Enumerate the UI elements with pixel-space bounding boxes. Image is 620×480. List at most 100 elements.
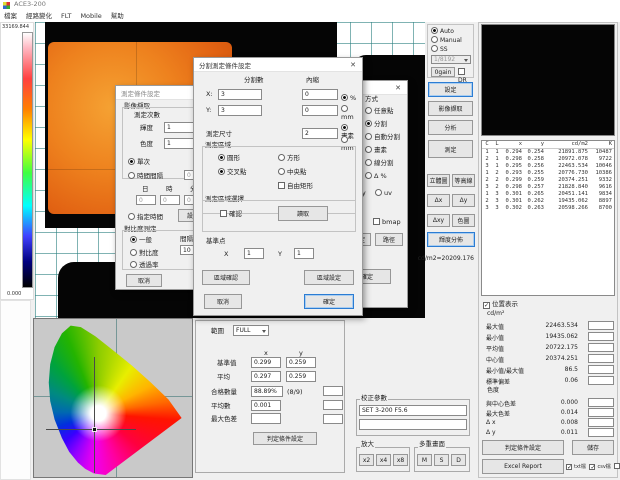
radio-normal[interactable]	[130, 236, 137, 243]
center-radio-row[interactable]: 中央點	[278, 168, 307, 176]
zoom-x4-button[interactable]: x4	[376, 454, 391, 466]
exposure-auto[interactable]: Auto	[431, 27, 454, 36]
excel-report-button[interactable]: Excel Report	[482, 459, 564, 474]
measure-button[interactable]: 測定	[428, 140, 473, 158]
base-y-field[interactable]: 1	[294, 248, 314, 259]
reference-x-field[interactable]: 0.299	[251, 357, 281, 368]
exposure-ss[interactable]: SS	[431, 45, 448, 54]
stereo-button[interactable]: 立體圖	[427, 174, 450, 187]
radio-linesplit[interactable]	[365, 159, 372, 166]
radio-delta-pct[interactable]	[365, 172, 372, 179]
radio-pixel-size[interactable]	[341, 124, 348, 131]
gain-button[interactable]: 0gain	[431, 67, 455, 77]
bmap-checkbox[interactable]: bmap	[373, 218, 401, 226]
delta-y-button[interactable]: Δy	[452, 194, 475, 207]
confirm-check[interactable]	[220, 210, 227, 217]
calibration-value2-field[interactable]	[359, 419, 467, 430]
circle-radio-row[interactable]: 圓形	[218, 154, 240, 162]
x-split-field[interactable]: 3	[218, 89, 262, 100]
radio-center[interactable]	[278, 168, 285, 175]
exposure-manual[interactable]: Manual	[431, 36, 462, 45]
cross-radio-row[interactable]: 交叉點	[218, 168, 247, 176]
menu-mobile[interactable]: Mobile	[80, 13, 101, 20]
capture-thumbnail[interactable]	[481, 24, 615, 136]
table-row[interactable]: 310.2950.25622463.53410046	[482, 163, 614, 170]
table-row[interactable]: 330.3020.26320598.2668700	[482, 205, 614, 212]
coord-uv[interactable]: uv	[375, 189, 392, 197]
zoom-x2-button[interactable]: x2	[359, 454, 374, 466]
contrast-radio-row[interactable]: 對比度	[130, 249, 159, 257]
method-arbitrary[interactable]: 任意點	[365, 107, 394, 115]
split-ok-button[interactable]: 確定	[304, 294, 354, 309]
mm-radio-row[interactable]: mm	[341, 105, 362, 121]
trans-radio-row[interactable]: 透過率	[130, 261, 159, 269]
bmap-check[interactable]	[373, 218, 380, 225]
zoom-x8-button[interactable]: x8	[393, 454, 408, 466]
save-button[interactable]: 儲存	[572, 440, 614, 455]
method-delta-pct[interactable]: Δ %	[365, 172, 387, 180]
table-row[interactable]: 230.3010.26219435.0628897	[482, 198, 614, 205]
freerect-checkbox-row[interactable]: 自由矩形	[278, 182, 313, 190]
menu-path-change[interactable]: 經路變化	[26, 13, 52, 20]
radio-ss[interactable]	[431, 45, 438, 52]
capture-button[interactable]: 影像擷取	[428, 101, 473, 116]
range-select[interactable]: FULL	[233, 325, 269, 336]
radio-manual[interactable]	[431, 36, 438, 43]
dr-check[interactable]	[458, 68, 465, 75]
average-x-field[interactable]: 0.297	[251, 371, 281, 382]
position-display-checkbox[interactable]: 位置表示	[483, 300, 518, 309]
square-radio-row[interactable]: 方形	[278, 154, 300, 162]
freerect-check[interactable]	[278, 182, 285, 189]
hour-field[interactable]: 0	[160, 195, 180, 205]
contour-button[interactable]: 等高線	[452, 174, 475, 187]
radio-square[interactable]	[278, 154, 285, 161]
radio-split[interactable]	[365, 120, 372, 127]
bg-path-button[interactable]: 路徑	[375, 233, 403, 246]
position-display-check[interactable]	[483, 302, 490, 309]
method-split[interactable]: 分割	[365, 120, 387, 128]
table-row[interactable]: 210.2980.25820972.0789722	[482, 156, 614, 163]
x-inner-field[interactable]: 0	[302, 89, 338, 100]
method-autosplit[interactable]: 自動分割	[365, 133, 400, 141]
table-row[interactable]: 120.2930.25520776.73010386	[482, 170, 614, 177]
radio-single[interactable]	[128, 158, 135, 165]
dialog-a-cancel-button[interactable]: 取消	[126, 274, 162, 287]
menu-flt[interactable]: FLT	[61, 13, 71, 20]
radio-pct[interactable]	[341, 94, 348, 101]
split-cancel-button[interactable]: 取消	[204, 294, 242, 309]
multi-d-button[interactable]: D	[451, 454, 466, 466]
txt-check[interactable]	[566, 464, 572, 470]
shutter-select[interactable]: 1/8192	[431, 55, 471, 64]
radio-coord-uv[interactable]	[375, 189, 382, 196]
radio-autosplit[interactable]	[365, 133, 372, 140]
radio-size-mm[interactable]	[341, 136, 348, 143]
method-linesplit[interactable]: 線分割	[365, 159, 394, 167]
table-row[interactable]: 130.3010.26520451.1419834	[482, 191, 614, 198]
judge-condition-button[interactable]: 判定條件設定	[482, 440, 564, 455]
split-dialog-close-icon[interactable]: ✕	[346, 59, 360, 70]
radio-trans[interactable]	[130, 261, 137, 268]
day-field[interactable]: 0	[136, 195, 156, 205]
delta-xy-button[interactable]: Δxy	[427, 214, 450, 227]
luminance-distribution-button[interactable]: 輝度分佈	[427, 232, 475, 247]
base-x-field[interactable]: 1	[244, 248, 264, 259]
cie-diagram-panel[interactable]	[33, 318, 193, 478]
menu-help[interactable]: 幫助	[111, 13, 124, 20]
read-button[interactable]: 讀取	[278, 206, 328, 221]
radio-interval[interactable]	[128, 172, 135, 179]
method-window-close-icon[interactable]: ✕	[391, 82, 405, 93]
table-row[interactable]: 320.2980.25721828.8409616	[482, 184, 614, 191]
y-inner-field[interactable]: 0	[302, 105, 338, 116]
average-y-field[interactable]: 0.259	[286, 371, 316, 382]
region-confirm-button[interactable]: 區域確認	[202, 270, 250, 285]
csv-check[interactable]	[589, 464, 595, 470]
reference-y-field[interactable]: 0.259	[286, 357, 316, 368]
image-check[interactable]	[614, 463, 620, 469]
multi-m-button[interactable]: M	[417, 454, 432, 466]
analyze-button[interactable]: 分析	[428, 120, 473, 135]
radio-spec-time[interactable]	[128, 213, 135, 220]
summary-judge-button[interactable]: 判定條件設定	[253, 432, 317, 445]
radio-contrast[interactable]	[130, 249, 137, 256]
radio-mm[interactable]	[341, 105, 348, 112]
normal-radio-row[interactable]: 一般	[130, 236, 152, 244]
